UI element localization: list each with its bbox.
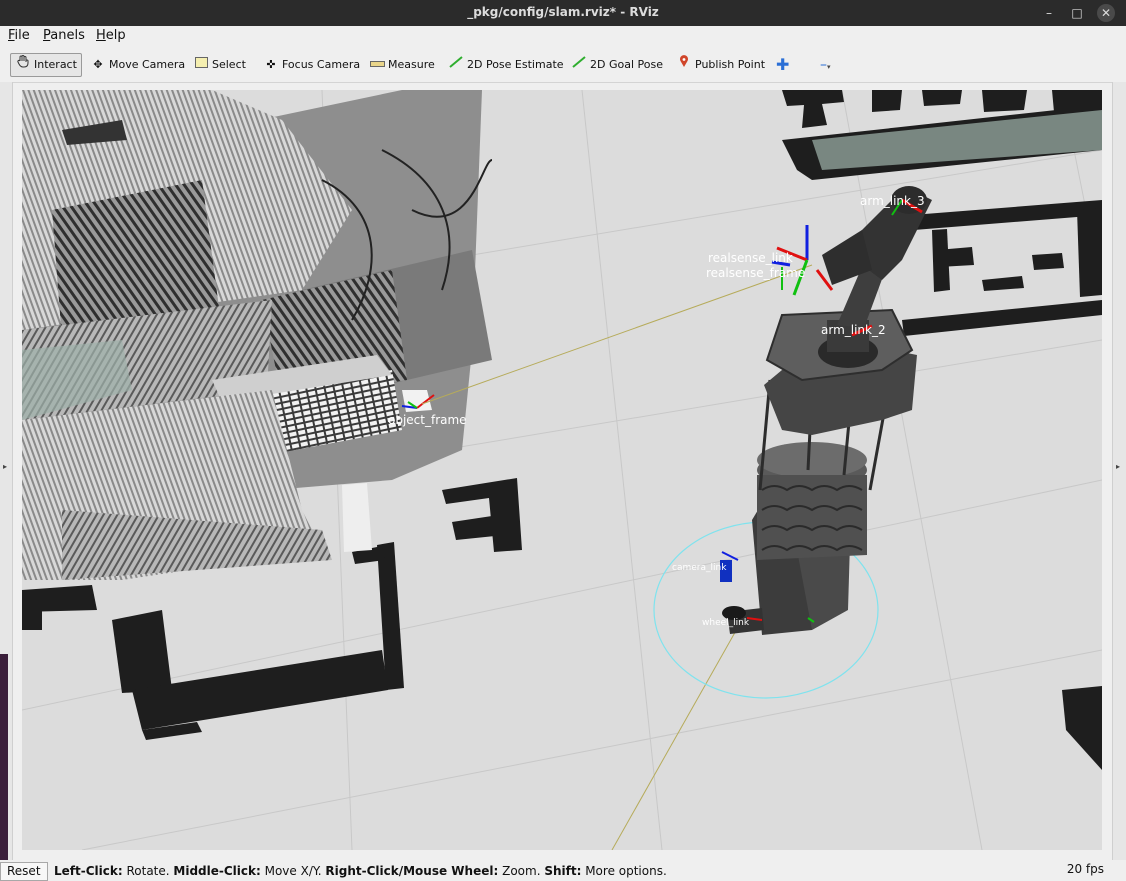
minimize-icon[interactable]: – — [1040, 4, 1058, 22]
frame-label-arm-top: arm_link_3 — [860, 194, 925, 208]
select-tool[interactable]: Select — [193, 54, 246, 76]
frame-label-realsense: realsense_link — [708, 251, 793, 265]
menu-help[interactable]: Help — [96, 28, 126, 43]
frame-label-object: object_frame — [388, 413, 467, 427]
hand-icon — [15, 54, 31, 76]
maximize-icon[interactable]: □ — [1068, 4, 1086, 22]
expand-left-icon[interactable]: ▸ — [3, 462, 7, 471]
window-title: _pkg/config/slam.rviz* - RViz — [467, 5, 659, 19]
frame-label-wheel: wheel_link — [702, 618, 750, 628]
focus-crosshair-icon: ✜ — [266, 58, 276, 71]
green-arrow-icon — [448, 54, 464, 76]
status-bar: Reset Left-Click: Rotate. Middle-Click: … — [0, 860, 1126, 881]
desktop-dock-edge — [0, 654, 8, 881]
move-arrows-icon: ✥ — [93, 58, 103, 71]
reset-button[interactable]: Reset — [0, 862, 48, 881]
add-tool-icon[interactable]: ✚ — [776, 54, 789, 76]
close-icon[interactable]: ✕ — [1097, 4, 1115, 22]
map-pin-icon — [676, 54, 692, 76]
frame-label-arm-mid: arm_link_2 — [821, 323, 886, 337]
fps-readout: 20 fps — [1066, 862, 1104, 876]
menu-panels[interactable]: Panels — [43, 28, 85, 43]
title-bar: _pkg/config/slam.rviz* - RViz – □ ✕ — [0, 0, 1126, 26]
ruler-icon — [369, 54, 385, 76]
publish-point-tool[interactable]: Publish Point — [676, 54, 765, 76]
move-camera-tool[interactable]: ✥ Move Camera — [90, 54, 185, 76]
measure-tool[interactable]: Measure — [369, 54, 435, 76]
expand-right-icon[interactable]: ▸ — [1116, 462, 1120, 471]
remove-tool-icon[interactable]: –▾ — [820, 54, 831, 76]
frame-label-realsense-frame: realsense_frame — [706, 266, 805, 280]
select-box-icon — [193, 54, 209, 76]
goal-pose-tool[interactable]: 2D Goal Pose — [571, 54, 663, 76]
focus-camera-tool[interactable]: ✜ Focus Camera — [263, 54, 360, 76]
frame-label-camera: camera_link — [672, 563, 727, 573]
pose-estimate-tool[interactable]: 2D Pose Estimate — [448, 54, 564, 76]
tf-link-line — [611, 619, 743, 850]
3d-render-view[interactable]: object_frame arm_link_3 arm_link_2 reals… — [22, 90, 1102, 850]
point-cloud — [22, 90, 493, 580]
tool-bar: Interact ✥ Move Camera Select ✜ Focus Came… — [0, 46, 1126, 83]
right-dock-handle[interactable]: ▸ — [1112, 82, 1126, 862]
green-arrow-icon — [571, 54, 587, 76]
menu-file[interactable]: File — [8, 28, 30, 43]
mouse-hint-text: Left-Click: Rotate. Middle-Click: Move X… — [54, 864, 667, 878]
interact-tool[interactable]: Interact — [10, 53, 82, 77]
menu-bar: File Panels Help — [0, 26, 1126, 46]
